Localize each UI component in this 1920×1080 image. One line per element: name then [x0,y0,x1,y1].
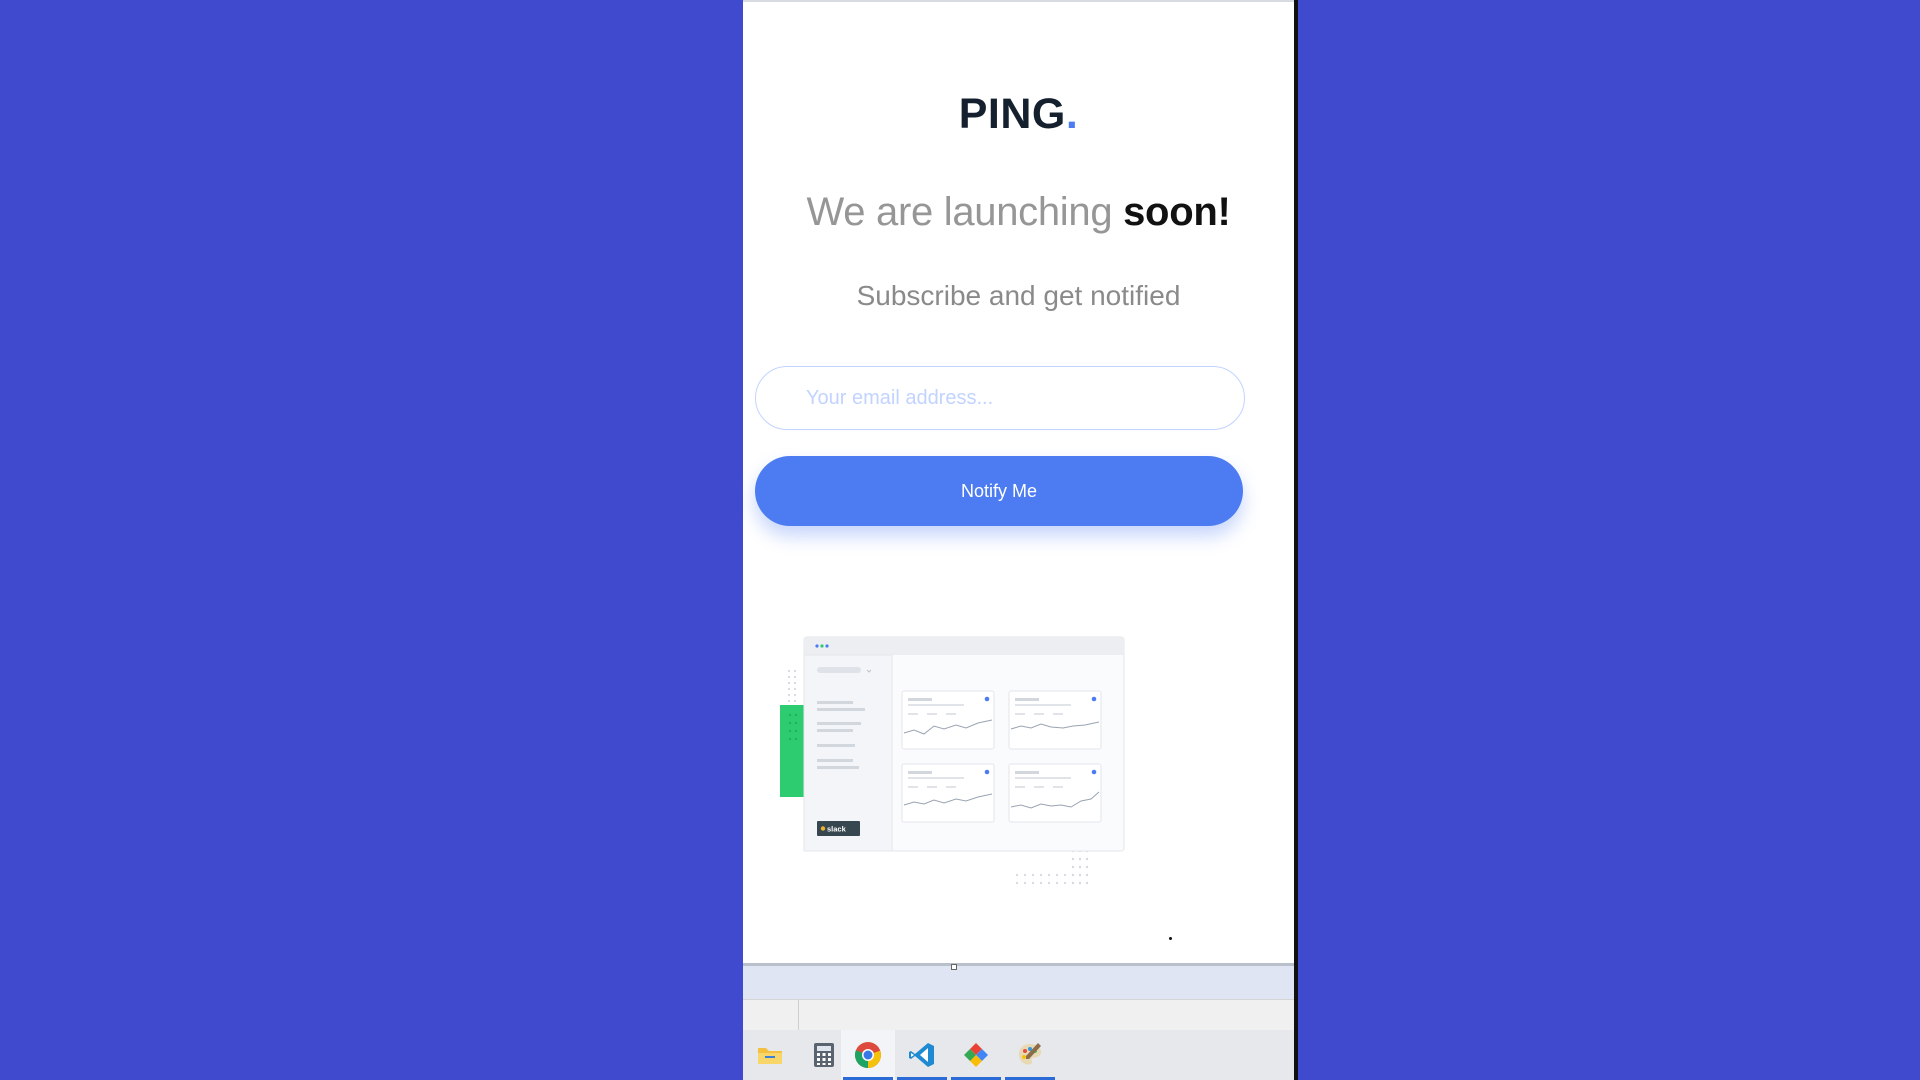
file-explorer-icon [758,1048,782,1064]
devtools-resize-bar[interactable] [743,963,1294,1002]
slack-badge-label: slack [827,825,847,834]
notify-me-button[interactable]: Notify Me [755,456,1243,526]
stray-pixel [1169,937,1172,940]
status-divider [798,1000,799,1031]
page-subtitle: Subscribe and get notified [856,280,1181,311]
vscode-icon [909,1043,934,1067]
taskbar-file-explorer[interactable] [743,1030,797,1080]
top-border [743,0,1294,2]
brand-dot: . [1065,90,1079,138]
dashboard-illustration: slack [780,636,1125,885]
email-input[interactable] [755,366,1245,430]
calculator-icon [814,1043,834,1067]
chart-card-1 [901,690,995,750]
resize-handle[interactable] [951,964,957,970]
browser-viewport: PING. We are launching soon! Subscribe a… [743,0,1298,1080]
headline-light: We are launching [806,190,1124,234]
taskbar [743,1030,1294,1080]
taskbar-app-diamond[interactable] [949,1030,1003,1080]
brand-name: PING [958,90,1066,138]
chart-card-4 [1008,763,1102,823]
chart-card-3 [901,763,995,823]
chart-card-2 [1008,690,1102,750]
status-area [743,999,1294,1031]
page-headline: We are launching soon! [743,190,1294,235]
app-diamond-icon [964,1043,988,1067]
headline-bold: soon! [1123,190,1231,234]
green-accent-bar [780,705,804,797]
taskbar-paint[interactable] [1003,1030,1057,1080]
paint-palette-icon [1018,1043,1042,1065]
taskbar-vscode[interactable] [895,1030,949,1080]
taskbar-chrome[interactable] [841,1030,895,1080]
chrome-icon [855,1042,881,1068]
brand-logo: PING. [743,90,1294,139]
dot-pattern-left [787,669,797,703]
